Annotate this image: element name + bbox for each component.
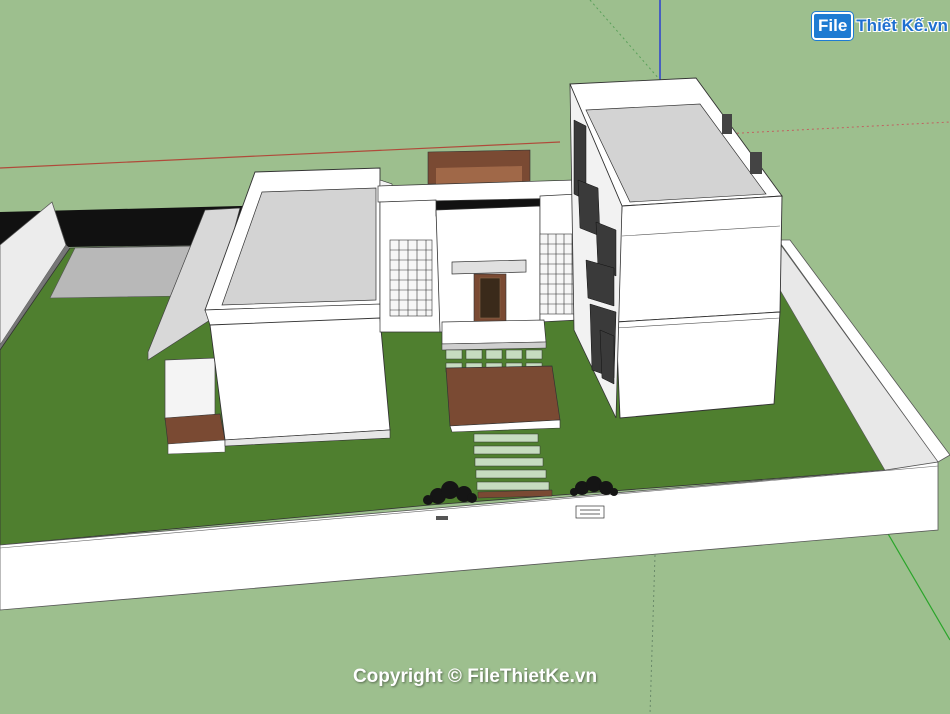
left-annex-deck bbox=[164, 413, 226, 445]
dashed-guide bbox=[649, 554, 656, 714]
left-lattice-screen bbox=[389, 239, 433, 317]
green-axis-dashed bbox=[589, 0, 661, 81]
logo-text: Thiết Kế.vn bbox=[856, 16, 948, 35]
left-annex-wall bbox=[164, 357, 216, 421]
front-wood-deck bbox=[445, 365, 561, 427]
right-building-upper-facade bbox=[615, 195, 783, 323]
house-3d-model bbox=[0, 0, 950, 714]
filethietke-logo: File Thiết Kế.vn bbox=[812, 10, 948, 42]
right-building-lower-facade bbox=[615, 311, 781, 419]
entrance-canopy bbox=[451, 259, 527, 275]
sketchup-viewport[interactable]: File Thiết Kế.vn Copyright © FileThietKe… bbox=[0, 0, 950, 714]
copyright-watermark: Copyright © FileThietKe.vn bbox=[352, 666, 598, 687]
logo-box: File bbox=[812, 12, 854, 40]
green-axis-line bbox=[879, 519, 950, 641]
entrance-steps bbox=[441, 319, 547, 345]
red-axis-dashed bbox=[721, 121, 950, 135]
left-building-facade bbox=[209, 317, 391, 441]
